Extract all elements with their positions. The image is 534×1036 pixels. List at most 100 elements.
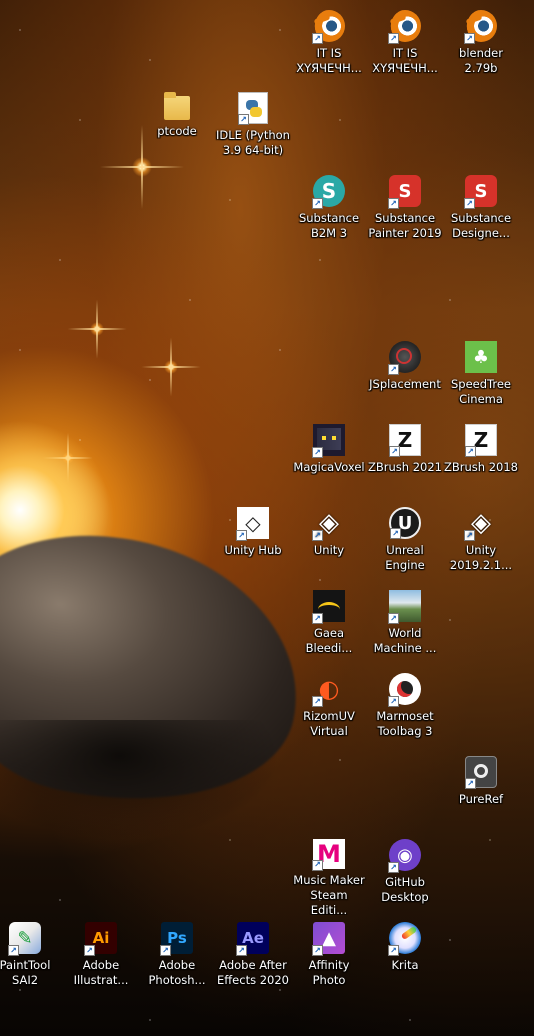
shortcut-arrow-icon: ↗ — [465, 778, 476, 789]
music-maker-icon: M ↗ — [312, 839, 345, 871]
painttool-sai-icon: ✎ ↗ — [8, 922, 41, 956]
desktop-icon-idle-python[interactable]: ↗ IDLE (Python 3.9 64-bit) — [215, 88, 291, 168]
speedtree-icon: ♣ — [465, 341, 497, 373]
krita-icon: ↗ — [388, 922, 421, 956]
shortcut-arrow-icon: ↗ — [84, 945, 95, 956]
desktop-icon-unity-hub[interactable]: ◇ ↗ Unity Hub — [215, 503, 291, 583]
desktop-icon-label: IT IS XYЯЧЕЧН... — [372, 46, 438, 75]
desktop-icon-adobe-after-effects[interactable]: Ae ↗ Adobe After Effects 2020 — [215, 918, 291, 998]
folder-icon — [164, 92, 190, 120]
desktop-icon-adobe-photoshop[interactable]: Ps ↗ Adobe Photosh... — [139, 918, 215, 998]
desktop-icon-label: Krita — [391, 958, 419, 972]
desktop-icon-label: Substance Designe... — [450, 211, 512, 240]
shortcut-arrow-icon: ↗ — [236, 945, 247, 956]
desktop-icon-magicavoxel[interactable]: ↗ MagicaVoxel — [291, 420, 367, 500]
wallpaper-shadow — [0, 720, 280, 840]
desktop-icon-blender-279b[interactable]: ↗ blender 2.79b — [443, 6, 519, 86]
shortcut-arrow-icon: ↗ — [312, 198, 323, 209]
desktop-icon-label: Affinity Photo — [308, 958, 350, 987]
unity-hub-icon: ◇ ↗ — [236, 507, 269, 541]
adobe-illustrator-icon: Ai ↗ — [84, 922, 117, 956]
unity-icon: ◈ ↗ — [312, 507, 345, 541]
shortcut-arrow-icon: ↗ — [312, 447, 323, 458]
desktop-icon-label: World Machine ... — [373, 626, 437, 655]
desktop-icon-gaea[interactable]: ↗ Gaea Bleedi... — [291, 586, 367, 666]
desktop-icon-jsplacement[interactable]: ↗ JSplacement — [367, 337, 443, 417]
wallpaper-star-flare — [164, 360, 178, 374]
desktop-icon-label: SpeedTree Cinema — [450, 377, 511, 406]
desktop-icon-ptcode[interactable]: ptcode — [139, 88, 215, 168]
desktop-icon-substance-painter[interactable]: S ↗ Substance Painter 2019 — [367, 171, 443, 251]
desktop-icon-krita[interactable]: ↗ Krita — [367, 918, 443, 998]
desktop-icon-substance-b2m[interactable]: S ↗ Substance B2M 3 — [291, 171, 367, 251]
desktop-icon-unity-2019[interactable]: ◈ ↗ Unity 2019.2.1... — [443, 503, 519, 583]
shortcut-arrow-icon: ↗ — [236, 530, 247, 541]
jsplacement-icon: ↗ — [388, 341, 421, 375]
desktop-icon-affinity-photo[interactable]: ▲ ↗ Affinity Photo — [291, 918, 367, 998]
world-machine-icon: ↗ — [388, 590, 421, 624]
desktop-icon-unity[interactable]: ◈ ↗ Unity — [291, 503, 367, 583]
shortcut-arrow-icon: ↗ — [390, 528, 401, 539]
shortcut-arrow-icon: ↗ — [388, 945, 399, 956]
pureref-icon: ↗ — [465, 756, 497, 789]
desktop-icon-zbrush-2018[interactable]: Z ↗ ZBrush 2018 — [443, 420, 519, 500]
desktop-icon-label: PureRef — [458, 792, 504, 806]
desktop-icon-zbrush-2021[interactable]: Z ↗ ZBrush 2021 — [367, 420, 443, 500]
desktop-icon-blender-it-is-2[interactable]: ↗ IT IS XYЯЧЕЧН... — [367, 6, 443, 86]
shortcut-arrow-icon: ↗ — [312, 530, 323, 541]
github-desktop-icon: ◉ ↗ — [388, 839, 421, 873]
desktop-icon-substance-designer[interactable]: S ↗ Substance Designe... — [443, 171, 519, 251]
shortcut-arrow-icon: ↗ — [312, 696, 323, 707]
shortcut-arrow-icon: ↗ — [464, 33, 475, 44]
shortcut-arrow-icon: ↗ — [160, 945, 171, 956]
substance-painter-icon: S ↗ — [388, 175, 421, 209]
desktop-icon-label: Substance Painter 2019 — [368, 211, 442, 240]
desktop-icon-music-maker[interactable]: M ↗ Music Maker Steam Editi... — [291, 835, 367, 915]
shortcut-arrow-icon: ↗ — [388, 33, 399, 44]
desktop-icon-label: Unity — [313, 543, 345, 557]
blender-icon: ↗ — [312, 10, 345, 44]
desktop-icon-blender-it-is-1[interactable]: ↗ IT IS XYЯЧЕЧН... — [291, 6, 367, 86]
adobe-after-effects-icon: Ae ↗ — [236, 922, 269, 956]
desktop-icon-label: IT IS XYЯЧЕЧН... — [296, 46, 362, 75]
shortcut-arrow-icon: ↗ — [388, 364, 399, 375]
desktop[interactable]: ↗ IT IS XYЯЧЕЧН... ↗ IT IS XYЯЧЕЧН... ↗ … — [0, 0, 534, 1036]
magicavoxel-icon: ↗ — [312, 424, 345, 458]
desktop-icon-label: Unreal Engine — [385, 543, 425, 572]
wallpaper-star-flare — [90, 322, 104, 336]
shortcut-arrow-icon: ↗ — [312, 859, 323, 871]
substance-designer-icon: S ↗ — [464, 175, 497, 209]
unreal-engine-icon: U ↗ — [389, 507, 421, 539]
desktop-icon-adobe-illustrator[interactable]: Ai ↗ Adobe Illustrat... — [63, 918, 139, 998]
desktop-icon-painttool-sai2[interactable]: ✎ ↗ PaintTool SAI2 — [0, 918, 63, 998]
desktop-icon-label: ptcode — [157, 124, 197, 138]
shortcut-arrow-icon: ↗ — [388, 696, 399, 707]
shortcut-arrow-icon: ↗ — [388, 613, 399, 624]
shortcut-arrow-icon: ↗ — [464, 530, 475, 541]
shortcut-arrow-icon: ↗ — [312, 33, 323, 44]
shortcut-arrow-icon: ↗ — [464, 198, 475, 209]
desktop-icon-pureref[interactable]: ↗ PureRef — [443, 752, 519, 832]
desktop-icon-label: Adobe Photosh... — [148, 958, 206, 987]
desktop-icon-world-machine[interactable]: ↗ World Machine ... — [367, 586, 443, 666]
python-idle-icon: ↗ — [238, 92, 268, 125]
unity-icon: ◈ ↗ — [464, 507, 497, 541]
desktop-icon-marmoset[interactable]: ↗ Marmoset Toolbag 3 — [367, 669, 443, 749]
blender-icon: ↗ — [464, 10, 497, 44]
desktop-icon-speedtree[interactable]: ♣ SpeedTree Cinema — [443, 337, 519, 417]
substance-b2m-icon: S ↗ — [312, 175, 345, 209]
desktop-icon-rizomuv[interactable]: ◐ ↗ RizomUV Virtual — [291, 669, 367, 749]
desktop-icon-label: JSplacement — [369, 377, 441, 391]
shortcut-arrow-icon: ↗ — [312, 945, 323, 956]
shortcut-arrow-icon: ↗ — [465, 446, 476, 457]
blender-icon: ↗ — [388, 10, 421, 44]
shortcut-arrow-icon: ↗ — [388, 862, 399, 873]
desktop-icon-label: PaintTool SAI2 — [0, 958, 51, 987]
desktop-icon-label: Marmoset Toolbag 3 — [376, 709, 434, 738]
shortcut-arrow-icon: ↗ — [388, 198, 399, 209]
desktop-icon-label: Adobe Illustrat... — [73, 958, 129, 987]
affinity-photo-icon: ▲ ↗ — [312, 922, 345, 956]
desktop-icon-github-desktop[interactable]: ◉ ↗ GitHub Desktop — [367, 835, 443, 915]
desktop-icon-unreal-engine[interactable]: U ↗ Unreal Engine — [367, 503, 443, 583]
desktop-icon-label: ZBrush 2021 — [368, 460, 442, 474]
